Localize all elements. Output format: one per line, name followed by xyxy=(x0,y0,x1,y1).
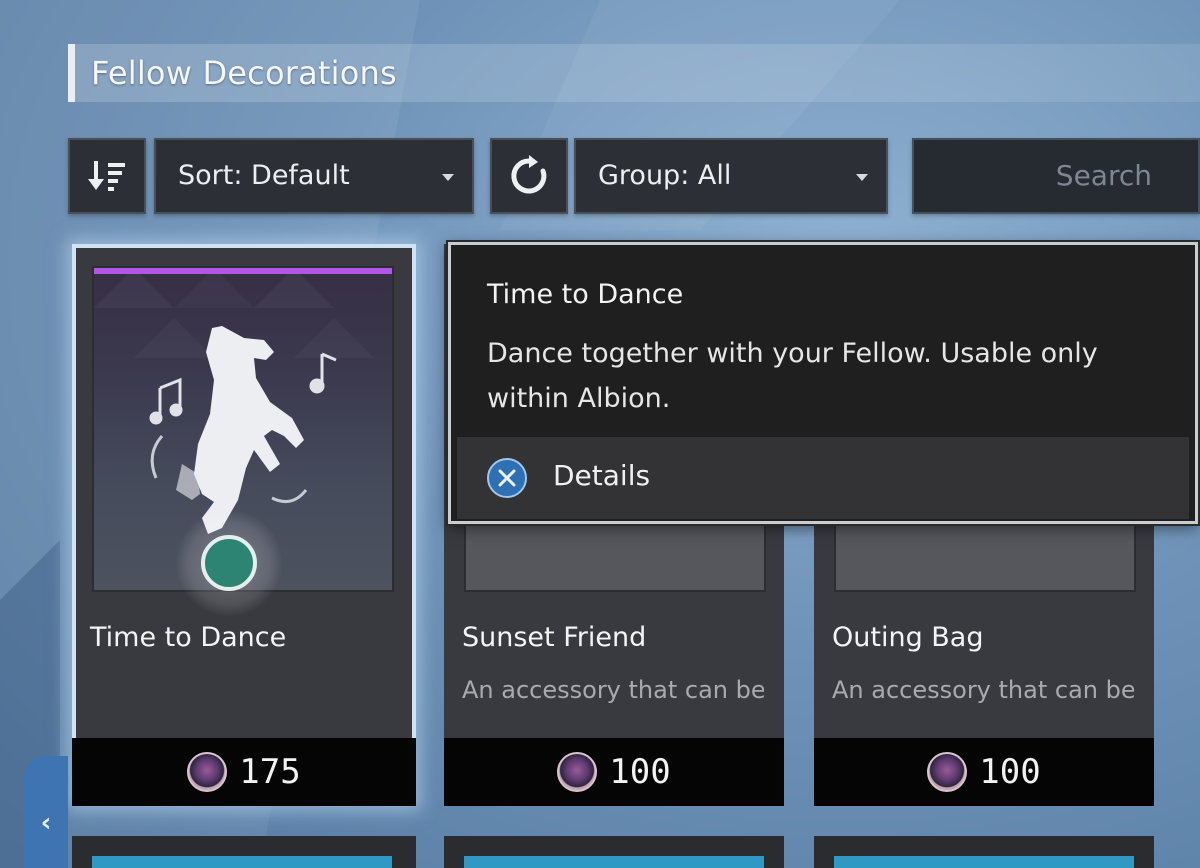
sort-order-button[interactable] xyxy=(68,138,146,214)
side-menu-tab[interactable]: ‹ xyxy=(24,756,68,868)
details-button[interactable]: Details xyxy=(457,437,1189,519)
chevron-left-icon: ‹ xyxy=(40,808,52,838)
search-placeholder: Search xyxy=(1055,159,1152,192)
card-title: Sunset Friend xyxy=(462,622,647,653)
refresh-icon xyxy=(511,155,547,194)
sort-dropdown-label: Sort: Default xyxy=(178,160,350,191)
price-value: 100 xyxy=(979,752,1041,792)
card-title: Outing Bag xyxy=(832,622,984,653)
card-price: 175 xyxy=(72,738,416,806)
decoration-card-row2[interactable] xyxy=(814,836,1154,868)
price-value: 175 xyxy=(239,752,301,792)
coin-icon xyxy=(927,752,968,792)
cross-button-icon xyxy=(487,458,527,498)
group-dropdown-label: Group: All xyxy=(598,160,732,191)
tooltip-title: Time to Dance xyxy=(487,279,684,310)
card-price: 100 xyxy=(814,738,1154,806)
item-tooltip: Time to Dance Dance together with your F… xyxy=(448,242,1198,524)
price-value: 100 xyxy=(609,752,671,792)
decoration-card-row2[interactable] xyxy=(72,836,416,868)
card-description: An accessory that can be xyxy=(462,676,764,704)
card-price: 100 xyxy=(444,738,784,806)
dropdown-caret-icon xyxy=(442,174,454,181)
decoration-card-row2[interactable] xyxy=(444,836,784,868)
rarity-bar xyxy=(94,268,392,274)
refresh-button[interactable] xyxy=(490,138,568,214)
card-title: Time to Dance xyxy=(90,622,287,653)
cursor-indicator xyxy=(176,510,282,616)
section-header: Fellow Decorations xyxy=(68,44,1200,102)
sort-icon xyxy=(88,161,125,191)
details-label: Details xyxy=(553,459,651,492)
dropdown-caret-icon xyxy=(856,174,868,181)
coin-icon xyxy=(187,752,228,792)
page-title: Fellow Decorations xyxy=(91,54,397,92)
tooltip-description: Dance together with your Fellow. Usable … xyxy=(487,338,1098,414)
coin-icon xyxy=(557,752,598,792)
search-input[interactable]: Search xyxy=(912,138,1200,214)
card-description: An accessory that can be xyxy=(832,676,1134,704)
group-dropdown[interactable]: Group: All xyxy=(574,138,888,214)
sort-dropdown[interactable]: Sort: Default xyxy=(154,138,474,214)
